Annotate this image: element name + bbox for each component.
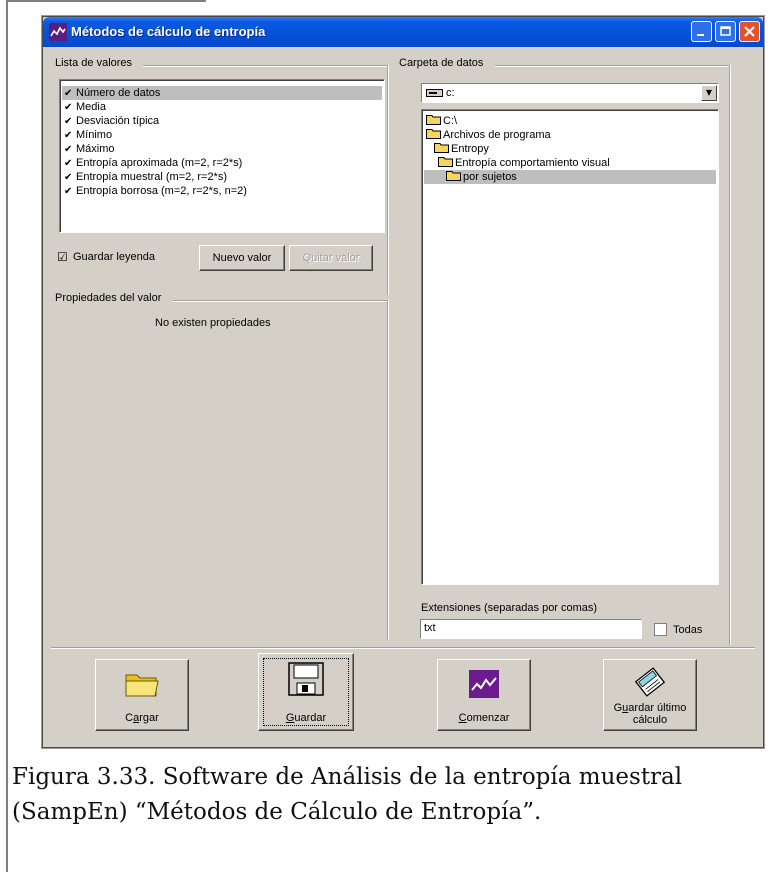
- value-item-numero-datos[interactable]: ✔ Número de datos: [62, 86, 382, 100]
- open-folder-icon: [426, 115, 441, 125]
- value-label: Desviación típica: [76, 115, 160, 127]
- all-extensions-checkbox[interactable]: [654, 623, 667, 636]
- checkbox-checked-icon[interactable]: ✔: [64, 185, 74, 199]
- properties-group-label: Propiedades del valor: [55, 292, 162, 304]
- value-item-sampen[interactable]: ✔ Entropía muestral (m=2, r=2*s): [64, 170, 227, 184]
- folder-item-root[interactable]: C:\: [426, 114, 457, 128]
- load-button[interactable]: Cargar: [95, 659, 189, 731]
- maximize-icon: [720, 26, 731, 36]
- folder-label: por sujetos: [463, 171, 517, 183]
- remove-value-button[interactable]: Quitar valor: [289, 245, 373, 271]
- start-button[interactable]: Comenzar: [437, 659, 531, 731]
- value-label: Entropía aproximada (m=2, r=2*s): [76, 157, 243, 169]
- folder-icon: [125, 674, 159, 697]
- minimize-icon: [697, 34, 704, 36]
- save-legend-checkbox[interactable]: ☑ Guardar leyenda: [57, 250, 187, 266]
- folder-label: Entropía comportamiento visual: [455, 157, 610, 169]
- page-border-top: [6, 0, 206, 2]
- values-list[interactable]: ✔ Número de datos ✔ Media ✔ Desviación típi…: [59, 79, 385, 233]
- remove-value-label: Quitar valor: [302, 252, 360, 264]
- folder-label: Entropy: [451, 143, 489, 155]
- load-label: Cargar: [125, 712, 159, 724]
- checkbox-checked-icon[interactable]: ✔: [64, 129, 74, 143]
- main-window: Métodos de cálculo de entropía Lista de …: [42, 16, 764, 748]
- save-button[interactable]: Guardar: [258, 653, 354, 731]
- new-value-label: Nuevo valor: [212, 252, 272, 264]
- values-group-label: Lista de valores: [55, 57, 133, 69]
- start-label: Comenzar: [458, 712, 510, 724]
- bottom-separator: [51, 647, 755, 649]
- value-label: Entropía borrosa (m=2, r=2*s, n=2): [76, 185, 247, 197]
- folder-label: C:\: [443, 115, 458, 127]
- diskette-tilted-icon: [634, 667, 666, 697]
- value-item-minimo[interactable]: ✔ Mínimo: [64, 128, 112, 142]
- folder-item-comportamiento[interactable]: Entropía comportamiento visual: [438, 156, 610, 170]
- open-folder-icon: [426, 129, 441, 139]
- save-label: Guardar: [285, 712, 327, 724]
- no-properties-text: No existen propiedades: [155, 317, 271, 329]
- properties-group-right-edge: [387, 300, 389, 640]
- extensions-label: Extensiones (separadas por comas): [421, 602, 598, 614]
- open-folder-icon: [438, 157, 453, 167]
- value-label: Entropía muestral (m=2, r=2*s): [76, 171, 228, 183]
- values-group-right-edge: [387, 65, 389, 295]
- folder-group-label: Carpeta de datos: [399, 57, 484, 69]
- value-item-desviacion[interactable]: ✔ Desviación típica: [64, 114, 159, 128]
- window-title: Métodos de cálculo de entropía: [71, 24, 266, 39]
- checkbox-checked-icon[interactable]: ✔: [64, 101, 74, 115]
- caption-line-1: Figura 3.33. Software de Análisis de la …: [12, 764, 683, 790]
- checkbox-checked-icon[interactable]: ☑: [57, 250, 68, 264]
- value-label: Mínimo: [76, 129, 113, 141]
- app-icon: [49, 23, 67, 41]
- maximize-button[interactable]: [715, 21, 736, 42]
- value-item-fuzzyen[interactable]: ✔ Entropía borrosa (m=2, r=2*s, n=2): [64, 184, 247, 198]
- checkbox-checked-icon[interactable]: ✔: [64, 157, 74, 171]
- caption-line-2: (SampEn) “Métodos de Cálculo de Entropía…: [12, 799, 542, 825]
- value-item-apen[interactable]: ✔ Entropía aproximada (m=2, r=2*s): [64, 156, 242, 170]
- figure-caption: Figura 3.33. Software de Análisis de la …: [12, 760, 772, 830]
- all-extensions-label: Todas: [673, 624, 703, 636]
- drive-icon: [426, 89, 443, 97]
- chart-line-icon: [469, 670, 499, 698]
- value-label: Número de datos: [76, 87, 161, 99]
- drive-value: c:: [446, 87, 455, 99]
- checkbox-checked-icon[interactable]: ✔: [64, 87, 74, 101]
- close-icon: [744, 26, 755, 37]
- properties-group-line: [173, 300, 389, 302]
- page-border-left: [6, 0, 8, 872]
- checkbox-checked-icon[interactable]: ✔: [64, 143, 74, 157]
- chevron-down-icon[interactable]: ▼: [701, 85, 717, 101]
- value-item-maximo[interactable]: ✔ Máximo: [64, 142, 115, 156]
- value-label: Media: [76, 101, 106, 113]
- folder-item-por-sujetos[interactable]: por sujetos: [424, 170, 716, 184]
- drive-select[interactable]: c: ▼: [421, 83, 719, 103]
- checkbox-checked-icon[interactable]: ✔: [64, 115, 74, 129]
- save-legend-label: Guardar leyenda: [73, 251, 155, 263]
- save-last-label: Guardar último cálculo: [613, 702, 687, 726]
- folder-group-right-edge: [729, 65, 731, 645]
- open-folder-icon: [446, 171, 461, 181]
- folder-item-archivos[interactable]: Archivos de programa: [426, 128, 551, 142]
- folder-group-line: [495, 65, 731, 67]
- title-bar[interactable]: Métodos de cálculo de entropía: [43, 17, 763, 47]
- checkbox-checked-icon[interactable]: ✔: [64, 171, 74, 185]
- values-group-line: [143, 65, 389, 67]
- open-folder-icon: [434, 143, 449, 153]
- folder-item-entropy[interactable]: Entropy: [434, 142, 489, 156]
- extensions-value: txt: [424, 622, 436, 634]
- minimize-button[interactable]: [691, 21, 712, 42]
- value-label: Máximo: [76, 143, 115, 155]
- folder-label: Archivos de programa: [443, 129, 551, 141]
- value-item-media[interactable]: ✔ Media: [64, 100, 106, 114]
- extensions-input[interactable]: txt: [420, 619, 642, 639]
- save-last-calculation-button[interactable]: Guardar último cálculo: [603, 659, 697, 731]
- new-value-button[interactable]: Nuevo valor: [199, 245, 285, 271]
- close-button[interactable]: [739, 21, 760, 42]
- folder-tree[interactable]: C:\ Archivos de programa Entropy Entropí…: [421, 109, 719, 585]
